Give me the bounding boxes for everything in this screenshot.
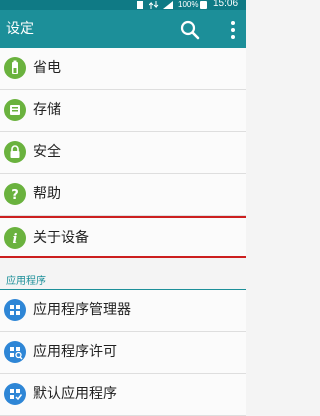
lock-icon (4, 141, 26, 163)
app-bar: 设定 (0, 10, 246, 48)
settings-item-label: 省电 (33, 60, 61, 76)
settings-item-label: 帮助 (33, 186, 61, 202)
storage-icon (4, 99, 26, 121)
sim-icon (137, 1, 143, 9)
signal-icon (163, 1, 173, 9)
battery-saver-icon (4, 57, 26, 79)
battery-percent: 100% (178, 0, 199, 9)
settings-item-label: 默认应用程序 (33, 386, 117, 402)
help-icon: ? (4, 183, 26, 205)
settings-item-app-permissions[interactable]: 应用程序许可 (0, 332, 246, 374)
status-time: 15:06 (213, 0, 239, 9)
default-apps-icon (4, 383, 26, 405)
info-icon: i (4, 227, 26, 249)
settings-item-storage[interactable]: 存储 (0, 90, 246, 132)
settings-item-label: 应用程序许可 (33, 344, 117, 360)
settings-item-label: 安全 (33, 144, 61, 160)
settings-item-label: 应用程序管理器 (33, 302, 131, 318)
svg-text:i: i (13, 232, 18, 247)
status-bar: 100% 15:06 (0, 0, 246, 10)
settings-item-security[interactable]: 安全 (0, 132, 246, 174)
section-header-apps: 应用程序 (0, 268, 246, 290)
settings-item-power-saving[interactable]: 省电 (0, 48, 246, 90)
app-manager-icon (4, 299, 26, 321)
settings-item-help[interactable]: ? 帮助 (0, 174, 246, 216)
app-permissions-icon (4, 341, 26, 363)
page-title: 设定 (6, 21, 34, 37)
battery-icon (200, 1, 207, 9)
search-icon[interactable] (180, 20, 200, 40)
settings-item-about-device[interactable]: i 关于设备 (0, 216, 246, 258)
settings-item-label: 关于设备 (33, 230, 89, 246)
svg-text:?: ? (11, 188, 19, 203)
settings-list: 省电 存储 安全 ? 帮助 i 关于设备 应用程序 应用程序管理器 应用程序许可… (0, 48, 246, 416)
settings-item-label: 存储 (33, 102, 61, 118)
data-arrows-icon (149, 1, 159, 9)
settings-item-default-apps[interactable]: 默认应用程序 (0, 374, 246, 416)
more-options-icon[interactable] (228, 20, 238, 40)
section-gap (0, 258, 246, 268)
settings-item-app-manager[interactable]: 应用程序管理器 (0, 290, 246, 332)
